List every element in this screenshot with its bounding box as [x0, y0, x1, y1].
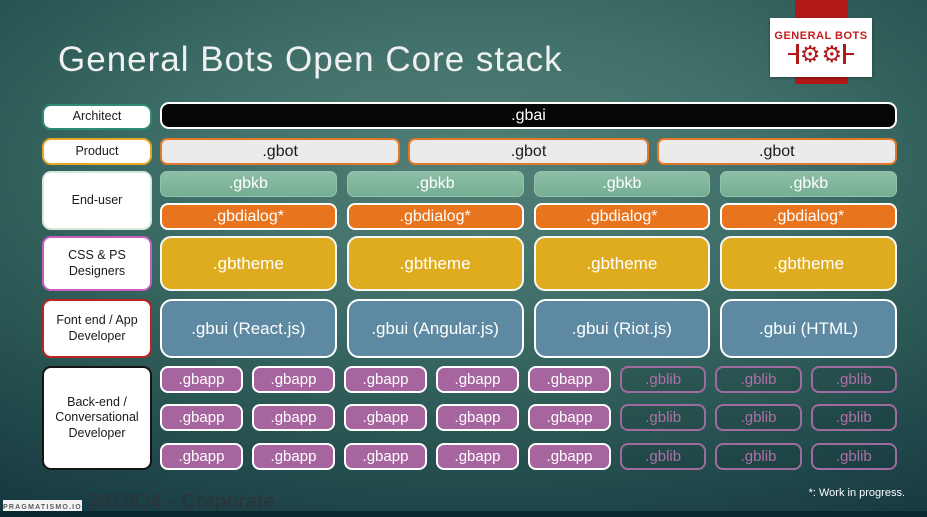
gbot-box: .gbot	[408, 138, 649, 165]
role-label-architect: Architect	[42, 104, 152, 130]
gbkb-box: .gbkb	[160, 171, 337, 197]
role-label-frontend-app-developer: Font end / App Developer	[42, 299, 152, 358]
gbui-riot-box: .gbui (Riot.js)	[533, 299, 711, 358]
gblib-box: .gblib	[715, 404, 802, 431]
stack-row-gbai: .gbai	[160, 102, 897, 129]
gbapp-box: .gbapp	[252, 404, 335, 431]
stack-row-gbui: .gbui (React.js) .gbui (Angular.js) .gbu…	[160, 299, 897, 358]
role-label-end-user: End-user	[42, 171, 152, 230]
stack-row-gbot: .gbot .gbot .gbot	[160, 138, 897, 165]
gbdialog-box: .gbdialog*	[720, 203, 897, 230]
gbapp-box: .gbapp	[160, 443, 243, 470]
gbapp-box: .gbapp	[344, 443, 427, 470]
gblib-box: .gblib	[620, 366, 707, 393]
gear-icon: ⚙	[799, 40, 821, 67]
stack-row-gbtheme: .gbtheme .gbtheme .gbtheme .gbtheme	[160, 236, 897, 291]
gbot-box: .gbot	[160, 138, 401, 165]
gblib-box: .gblib	[715, 443, 802, 470]
gbdialog-box: .gbdialog*	[160, 203, 337, 230]
gbkb-box: .gbkb	[720, 171, 897, 197]
gbkb-box: .gbkb	[346, 171, 524, 197]
gblib-box: .gblib	[620, 404, 707, 431]
gbapp-box: .gbapp	[160, 366, 243, 393]
gblib-box: .gblib	[715, 366, 802, 393]
gbdialog-box: .gbdialog*	[533, 203, 711, 230]
gblib-box: .gblib	[810, 443, 897, 470]
gbtheme-box: .gbtheme	[720, 236, 897, 291]
gbkb-box: .gbkb	[533, 171, 711, 197]
gbui-angular-box: .gbui (Angular.js)	[346, 299, 524, 358]
gbapp-box: .gbapp	[528, 404, 611, 431]
gear-icon: ⚙	[821, 40, 843, 67]
logo-gears: ⚙ ⚙	[787, 40, 855, 67]
gbapp-box: .gbapp	[344, 366, 427, 393]
gbapp-box: .gbapp	[344, 404, 427, 431]
stack-row-gbapp-gblib-1: .gbapp .gbapp .gbapp .gbapp .gbapp .gbli…	[160, 366, 897, 393]
logo-brand-text: GENERAL BOTS	[774, 29, 868, 42]
stack-row-gbkb: .gbkb .gbkb .gbkb .gbkb	[160, 171, 897, 197]
gbapp-box: .gbapp	[252, 443, 335, 470]
general-bots-logo: GENERAL BOTS ⚙ ⚙	[770, 18, 872, 77]
gblib-box: .gblib	[810, 404, 897, 431]
gbtheme-box: .gbtheme	[533, 236, 711, 291]
work-in-progress-footnote: *: Work in progress.	[808, 487, 905, 499]
role-label-css-ps-designers: CSS & PS Designers	[42, 236, 152, 291]
gbot-box: .gbot	[656, 138, 897, 165]
gbapp-box: .gbapp	[436, 443, 519, 470]
page-title: General Bots Open Core stack	[58, 40, 563, 79]
gbapp-box: .gbapp	[436, 366, 519, 393]
bottom-band	[0, 511, 927, 517]
gblib-box: .gblib	[810, 366, 897, 393]
gbapp-box: .gbapp	[528, 443, 611, 470]
gbapp-box: .gbapp	[436, 404, 519, 431]
gbui-react-box: .gbui (React.js)	[160, 299, 337, 358]
gear-axle-icon	[843, 44, 855, 64]
stack-row-gbapp-gblib-3: .gbapp .gbapp .gbapp .gbapp .gbapp .gbli…	[160, 443, 897, 470]
gbapp-box: .gbapp	[252, 366, 335, 393]
gbai-box: .gbai	[160, 102, 897, 129]
role-label-backend-conversational-developer: Back-end / Conversational Developer	[42, 366, 152, 470]
slide: General Bots Open Core stack GENERAL BOT…	[0, 0, 927, 517]
gbtheme-box: .gbtheme	[160, 236, 337, 291]
gear-axle-icon	[787, 44, 799, 64]
stack-row-gbapp-gblib-2: .gbapp .gbapp .gbapp .gbapp .gbapp .gbli…	[160, 404, 897, 431]
stack-row-gbdialog: .gbdialog* .gbdialog* .gbdialog* .gbdial…	[160, 203, 897, 230]
role-label-product: Product	[42, 138, 152, 165]
gblib-box: .gblib	[620, 443, 707, 470]
gbtheme-box: .gbtheme	[346, 236, 524, 291]
gbui-html-box: .gbui (HTML)	[720, 299, 897, 358]
gbapp-box: .gbapp	[160, 404, 243, 431]
footer-brand-text: PRAGMATISMO.IO	[3, 503, 82, 511]
gbapp-box: .gbapp	[528, 366, 611, 393]
gbdialog-box: .gbdialog*	[346, 203, 524, 230]
